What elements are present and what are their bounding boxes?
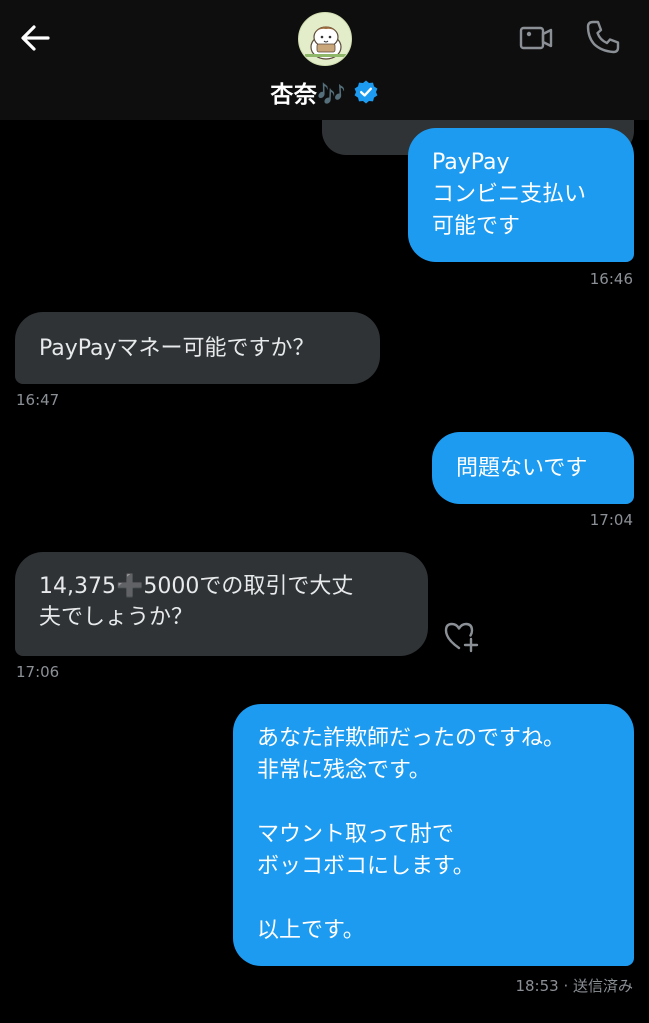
received-message-bubble[interactable]: PayPayマネー可能ですか？ — [15, 312, 380, 384]
message-timestamp: 18:53 · 送信済み — [515, 977, 633, 995]
avatar[interactable] — [298, 12, 352, 66]
conversation-title: 杏奈🎶 — [270, 82, 347, 108]
received-message-bubble[interactable]: 14,375➕5000での取引で大丈 夫でしょうか？ — [15, 552, 428, 656]
sent-message-bubble[interactable]: あなた詐欺師だったのですね。 非常に残念です。 マウント取って肘で ボッコボコに… — [233, 704, 634, 966]
sent-message-bubble[interactable]: PayPay コンビニ支払い 可能です — [408, 128, 634, 262]
heart-plus-icon — [444, 622, 479, 653]
message-text: 問題ないです — [456, 455, 588, 481]
message-timestamp: 17:06 — [16, 663, 60, 681]
voice-call-button[interactable] — [584, 18, 622, 56]
conversation-header: 杏奈🎶 — [0, 0, 649, 120]
message-timestamp: 16:46 — [589, 270, 633, 288]
conversation-title-row[interactable]: 杏奈🎶 — [0, 72, 649, 112]
message-timestamp: 16:47 — [16, 391, 60, 409]
message-text: PayPayマネー可能ですか？ — [39, 335, 315, 361]
phone-icon — [586, 20, 620, 54]
message-text: PayPay コンビニ支払い 可能です — [432, 150, 587, 239]
add-reaction-button[interactable] — [442, 618, 480, 654]
back-button[interactable] — [16, 20, 56, 56]
message-text: 14,375➕5000での取引で大丈 夫でしょうか？ — [39, 574, 354, 630]
sent-message-bubble[interactable]: 問題ないです — [432, 432, 634, 504]
verified-badge-icon — [354, 80, 377, 104]
message-text: あなた詐欺師だったのですね。 非常に残念です。 マウント取って肘で ボッコボコに… — [257, 726, 566, 943]
character-avatar-icon — [305, 26, 347, 60]
arrow-left-icon — [21, 25, 50, 51]
video-call-button[interactable] — [518, 20, 554, 56]
video-camera-icon — [519, 26, 553, 50]
message-timestamp: 17:04 — [589, 511, 633, 529]
